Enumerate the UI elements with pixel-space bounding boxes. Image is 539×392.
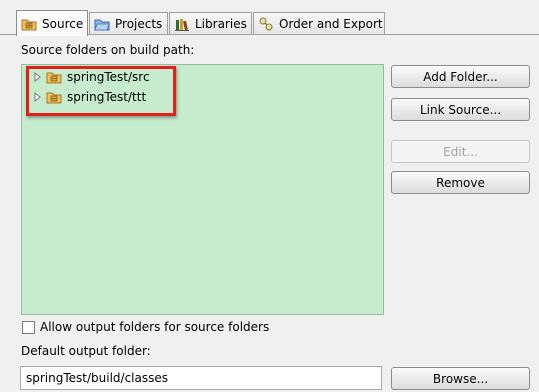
add-folder-button[interactable]: Add Folder... xyxy=(391,65,530,88)
annotation-highlight-box xyxy=(26,66,176,116)
source-folder-icon xyxy=(21,19,37,30)
default-output-field[interactable]: springTest/build/classes xyxy=(20,366,382,390)
default-output-label: Default output folder: xyxy=(21,344,151,358)
tab-source-label: Source xyxy=(42,16,84,31)
tab-projects[interactable]: Projects xyxy=(89,12,168,34)
tab-order-export[interactable]: Order and Export xyxy=(253,12,385,34)
allow-output-label[interactable]: Allow output folders for source folders xyxy=(40,320,269,334)
tab-strip: Source Projects Libraries Order and Expo… xyxy=(0,0,539,36)
projects-folder-icon xyxy=(94,19,110,30)
tab-order-export-label: Order and Export xyxy=(279,16,383,31)
remove-button[interactable]: Remove xyxy=(391,171,530,194)
edit-button[interactable]: Edit... xyxy=(391,140,530,163)
browse-button[interactable]: Browse... xyxy=(391,367,530,390)
tab-projects-label: Projects xyxy=(115,16,163,31)
order-export-icon xyxy=(259,17,273,30)
tab-libraries-label: Libraries xyxy=(195,16,247,31)
link-source-button[interactable]: Link Source... xyxy=(391,98,530,121)
libraries-icon xyxy=(175,18,189,31)
source-folders-label: Source folders on build path: xyxy=(21,43,195,57)
allow-output-checkbox[interactable] xyxy=(22,321,35,334)
tab-libraries[interactable]: Libraries xyxy=(169,12,252,34)
tab-source[interactable]: Source xyxy=(16,10,88,36)
